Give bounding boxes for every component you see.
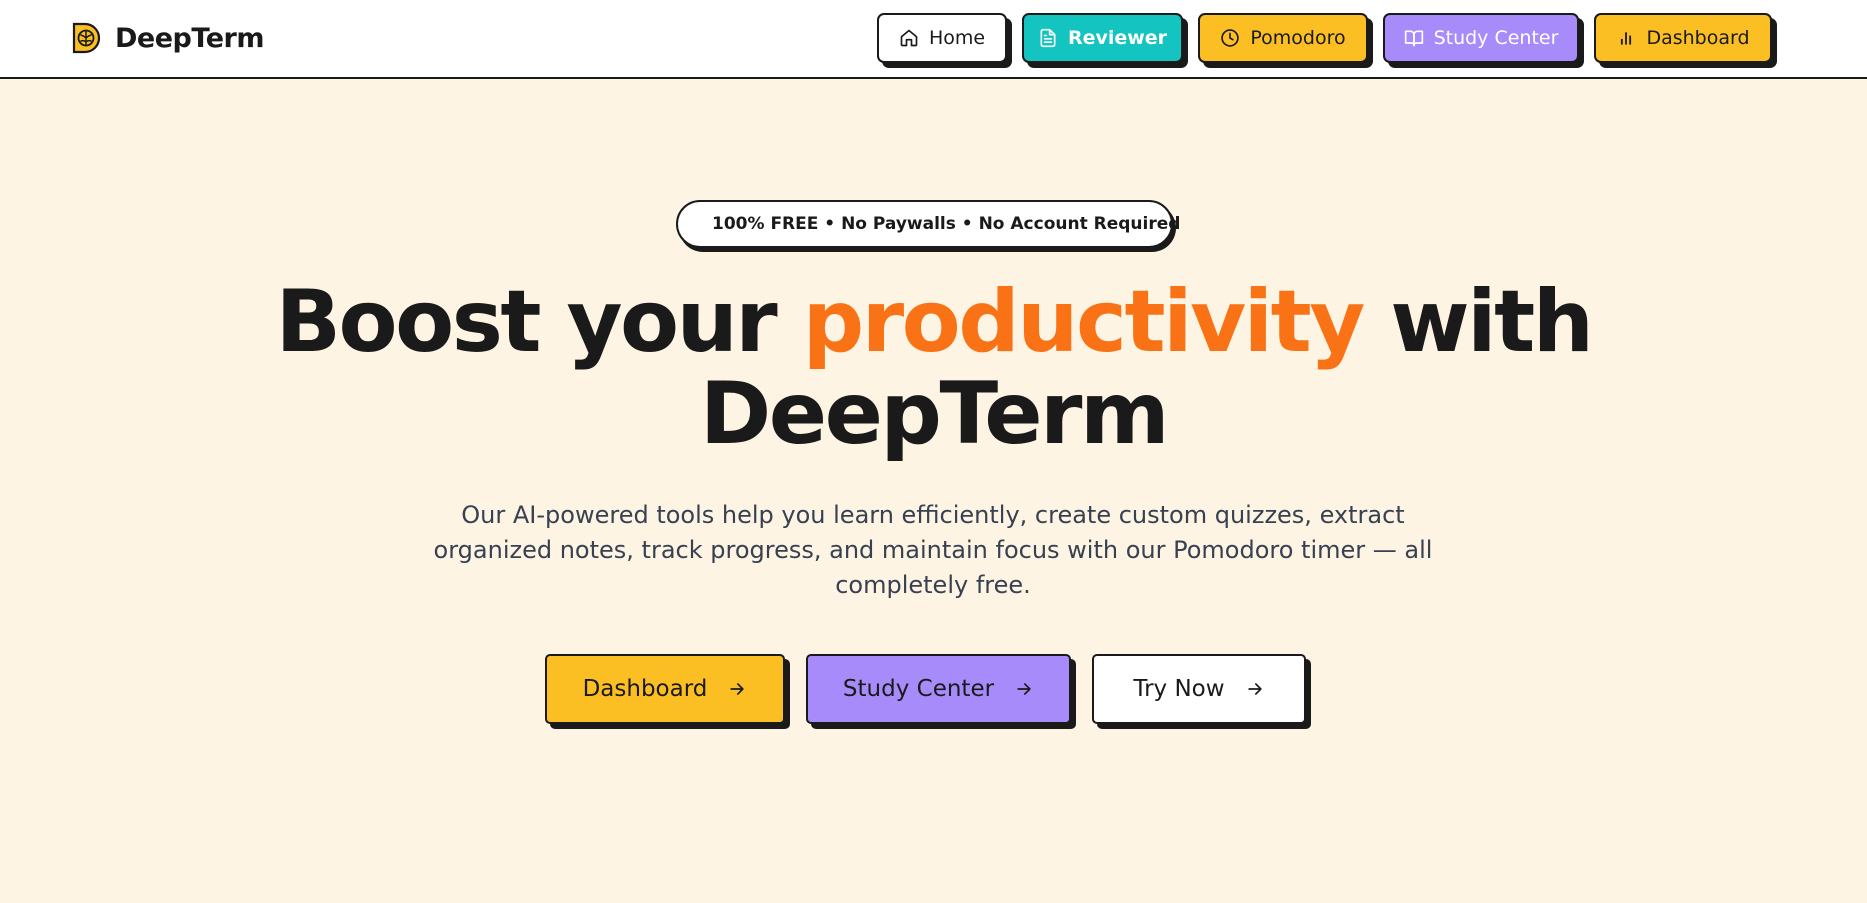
top-navbar: DeepTerm Home Reviewer Pomodoro Study Ce… — [0, 0, 1867, 79]
nav-home-button[interactable]: Home — [877, 13, 1007, 63]
nav-home-label: Home — [928, 27, 986, 49]
cta-row: Dashboard Study Center Try Now — [545, 654, 1306, 724]
cta-dashboard-label: Dashboard — [582, 676, 708, 702]
book-open-icon — [1404, 30, 1423, 47]
arrow-right-icon — [730, 683, 745, 695]
brand-link[interactable]: DeepTerm — [71, 21, 264, 55]
hero-subtitle: Our AI-powered tools help you learn effi… — [433, 501, 1433, 599]
free-badge: 100% FREE • No Paywalls • No Account Req… — [676, 200, 1180, 248]
brain-logo-icon — [72, 22, 101, 54]
nav-dashboard-button[interactable]: Dashboard — [1594, 13, 1772, 63]
cta-dashboard-button[interactable]: Dashboard — [545, 654, 785, 724]
cta-try-now-button[interactable]: Try Now — [1092, 654, 1306, 724]
hero-title-line2: DeepTerm — [699, 364, 1170, 464]
arrow-right-icon — [1247, 683, 1262, 695]
hero-title: Boost your productivity with DeepTerm — [0, 276, 1867, 460]
clock-icon — [1221, 29, 1240, 47]
nav-study-center-label: Study Center — [1433, 27, 1559, 49]
hero-title-accent: productivity — [802, 272, 1366, 372]
nav-reviewer-button[interactable]: Reviewer — [1022, 13, 1183, 63]
bar-chart-icon — [1621, 32, 1632, 45]
nav-links: Home Reviewer Pomodoro Study Center Dash… — [877, 13, 1772, 63]
nav-dashboard-label: Dashboard — [1646, 27, 1750, 49]
nav-study-center-button[interactable]: Study Center — [1383, 13, 1579, 63]
brand-name: DeepTerm — [115, 22, 264, 54]
cta-study-center-label: Study Center — [842, 676, 995, 702]
badge-text: 100% FREE • No Paywalls • No Account Req… — [712, 214, 1181, 234]
cta-study-center-button[interactable]: Study Center — [806, 654, 1071, 724]
home-icon — [900, 29, 918, 47]
nav-pomodoro-button[interactable]: Pomodoro — [1198, 13, 1368, 63]
hero-title-part1: Boost your — [275, 272, 803, 372]
nav-reviewer-label: Reviewer — [1067, 27, 1168, 49]
nav-pomodoro-label: Pomodoro — [1250, 27, 1346, 49]
arrow-right-icon — [1017, 683, 1031, 695]
hero-title-part2: with — [1362, 272, 1594, 372]
document-icon — [1040, 28, 1056, 48]
cta-try-now-label: Try Now — [1133, 676, 1225, 702]
